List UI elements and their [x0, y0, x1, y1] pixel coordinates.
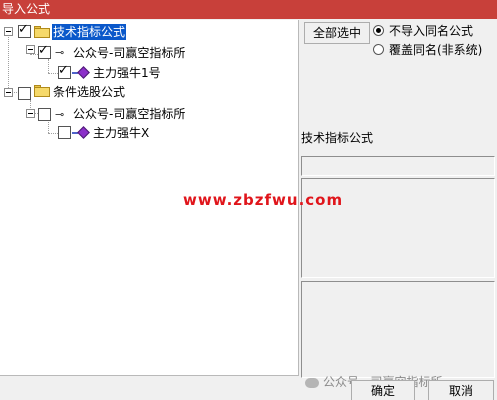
- ok-button[interactable]: 确定: [351, 380, 415, 400]
- formula-gem-icon: [77, 126, 90, 139]
- tree-label-stock-picks[interactable]: 条件选股公式: [53, 84, 125, 100]
- expand-toggle-author-1[interactable]: [26, 45, 35, 54]
- tree-label-tech-formulas[interactable]: 技术指标公式: [52, 24, 127, 40]
- tree-label-author-1[interactable]: 公众号-司赢空指标所: [73, 45, 185, 61]
- check-mark-icon: ✓: [38, 43, 49, 58]
- tree-label-author-2[interactable]: 公众号-司赢空指标所: [73, 106, 185, 122]
- expand-toggle-author-2[interactable]: [26, 109, 35, 118]
- radio-overwrite-label[interactable]: 覆盖同名(非系统): [389, 43, 482, 57]
- tree-label-formula-x[interactable]: 主力强牛X: [93, 125, 149, 141]
- expand-toggle-stock-picks[interactable]: [4, 88, 13, 97]
- checkbox-formula-1[interactable]: ✓: [58, 63, 71, 79]
- wechat-icon: [305, 377, 319, 388]
- checkbox-tech-formulas[interactable]: ✓: [18, 22, 31, 38]
- check-mark-icon: ✓: [58, 63, 69, 78]
- radio-no-import-label[interactable]: 不导入同名公式: [389, 24, 473, 38]
- key-icon: ⊸: [55, 46, 65, 59]
- radio-selected-dot: [376, 28, 381, 33]
- detail-title: 技术指标公式: [301, 131, 374, 145]
- window-title: 导入公式: [2, 2, 51, 16]
- detail-box-top: [301, 156, 495, 176]
- check-mark-icon: ✓: [18, 22, 29, 37]
- watermark-text: www.zbzfwu.com: [183, 191, 344, 209]
- checkbox-stock-picks[interactable]: [18, 87, 31, 100]
- radio-no-import[interactable]: [373, 25, 384, 36]
- checkbox-author-2[interactable]: [38, 108, 51, 121]
- checkbox-author-1[interactable]: ✓: [38, 43, 51, 59]
- detail-box-bottom[interactable]: [301, 281, 495, 378]
- folder-icon: [34, 85, 50, 97]
- formula-gem-icon: [77, 66, 90, 79]
- cancel-button[interactable]: 取消: [428, 380, 494, 400]
- key-icon: ⊸: [55, 108, 65, 121]
- title-bar: 导入公式: [0, 0, 497, 19]
- tree-label-formula-1[interactable]: 主力强牛1号: [93, 65, 161, 81]
- folder-icon: [34, 26, 50, 38]
- select-all-button[interactable]: 全部选中: [304, 22, 370, 44]
- checkbox-formula-x[interactable]: [58, 126, 71, 139]
- expand-toggle-tech-formulas[interactable]: [4, 27, 13, 36]
- radio-overwrite[interactable]: [373, 44, 384, 55]
